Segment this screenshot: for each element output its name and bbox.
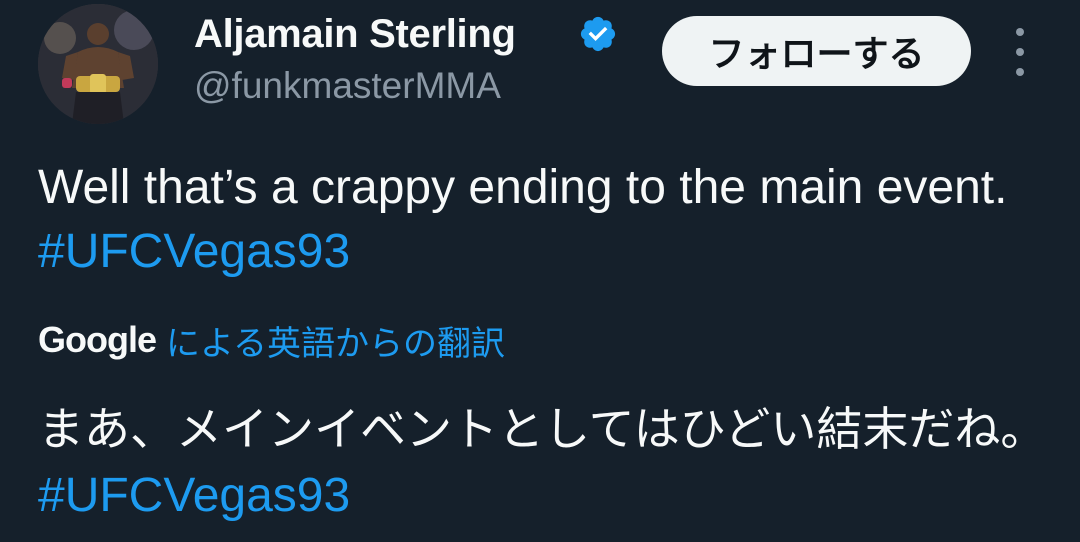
more-dot [1016, 48, 1024, 56]
follow-button[interactable]: フォローする [662, 16, 971, 86]
more-dot [1016, 28, 1024, 36]
tweet-text: Well that’s a crappy ending to the main … [38, 156, 1048, 284]
author-handle[interactable]: @funkmasterMMA [194, 64, 501, 108]
more-vertical-icon[interactable] [1002, 28, 1038, 76]
translated-tweet-text: まあ、メインイベントとしてはひどい結末だね。 #UFCVegas93 [38, 396, 1048, 529]
translated-hashtag-link[interactable]: #UFCVegas93 [38, 469, 350, 522]
translation-attribution: Google による英語からの翻訳 [38, 316, 505, 364]
profile-photo-fighter-with-belt-icon [38, 4, 158, 124]
tweet-body: Well that’s a crappy ending to the main … [38, 161, 1008, 214]
google-logo: Google [38, 319, 157, 360]
tweet-hashtag-link[interactable]: #UFCVegas93 [38, 225, 350, 278]
translated-body: まあ、メインイベントとしてはひどい結末だね。 [38, 402, 1047, 456]
verified-badge-icon [580, 16, 616, 52]
author-display-name[interactable]: Aljamain Sterling [194, 10, 516, 58]
more-dot [1016, 68, 1024, 76]
translation-source-link[interactable]: による英語からの翻訳 [166, 316, 505, 365]
author-avatar[interactable] [38, 4, 158, 124]
